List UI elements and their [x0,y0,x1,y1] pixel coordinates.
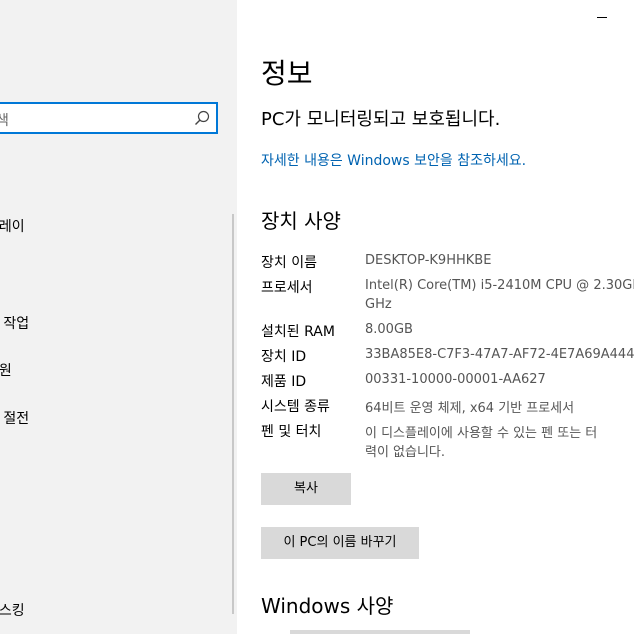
spec-value: 이 디스플레이에 사용할 수 있는 펜 또는 터 [365,426,598,441]
sidebar-item-label: 태스킹 [0,603,25,619]
spec-label: 프로세서 [261,280,313,296]
search-input[interactable]: 색 [0,102,218,134]
protection-status: PC가 모니터링되고 보호됩니다. [261,109,501,130]
scroll-indicator [290,630,470,634]
windows-specs-heading: Windows 사양 [261,594,394,618]
sidebar: 색 플레이 및 작업 지원 및 절전 리 스 신 태스킹 [0,0,237,634]
rename-pc-button[interactable]: 이 PC의 이름 바꾸기 [261,527,419,559]
device-specs-heading: 장치 사양 [261,209,341,233]
spec-label: 장치 이름 [261,255,317,271]
search-icon[interactable] [194,110,210,126]
sidebar-item-multitasking[interactable]: 태스킹 [0,600,25,624]
windows-security-link[interactable]: 자세한 내용은 Windows 보안을 참조하세요. [261,150,526,170]
main-content: 정보 PC가 모니터링되고 보호됩니다. 자세한 내용은 Windows 보안을… [237,0,634,634]
sidebar-scrollbar[interactable] [232,214,234,614]
sidebar-item-focus-assist[interactable]: 지원 [0,360,12,384]
spec-value-cont: GHz [365,297,392,312]
page-title: 정보 [261,57,313,90]
spec-value: 33BA85E8-C7F3-47A7-AF72-4E7A69A4447 [365,347,634,362]
spec-value: DESKTOP-K9HHKBE [365,253,492,268]
spec-value: 00331-10000-00001-AA627 [365,372,546,387]
spec-value: 8.00GB [365,322,413,337]
sidebar-item-label: 및 절전 [0,411,30,427]
spec-label: 제품 ID [261,374,307,390]
sidebar-item-notifications-actions[interactable]: 및 작업 [0,313,29,337]
spec-value-cont: 력이 없습니다. [365,445,446,460]
sidebar-item-label: 및 작업 [0,316,30,332]
spec-label: 설치된 RAM [261,324,335,340]
spec-label: 장치 ID [261,349,307,365]
spec-value: Intel(R) Core(TM) i5-2410M CPU @ 2.30GH [365,278,634,293]
spec-label: 시스템 종류 [261,399,330,415]
sidebar-item-display[interactable]: 플레이 [0,216,25,240]
copy-button[interactable]: 복사 [261,473,351,505]
sidebar-item-label: 플레이 [0,219,25,235]
search-placeholder: 색 [0,113,9,129]
sidebar-item-label: 지원 [0,363,12,379]
spec-label: 펜 및 터치 [261,424,322,440]
sidebar-item-power-sleep[interactable]: 및 절전 [0,408,29,432]
spec-value: 64비트 운영 체제, x64 기반 프로세서 [365,401,575,416]
